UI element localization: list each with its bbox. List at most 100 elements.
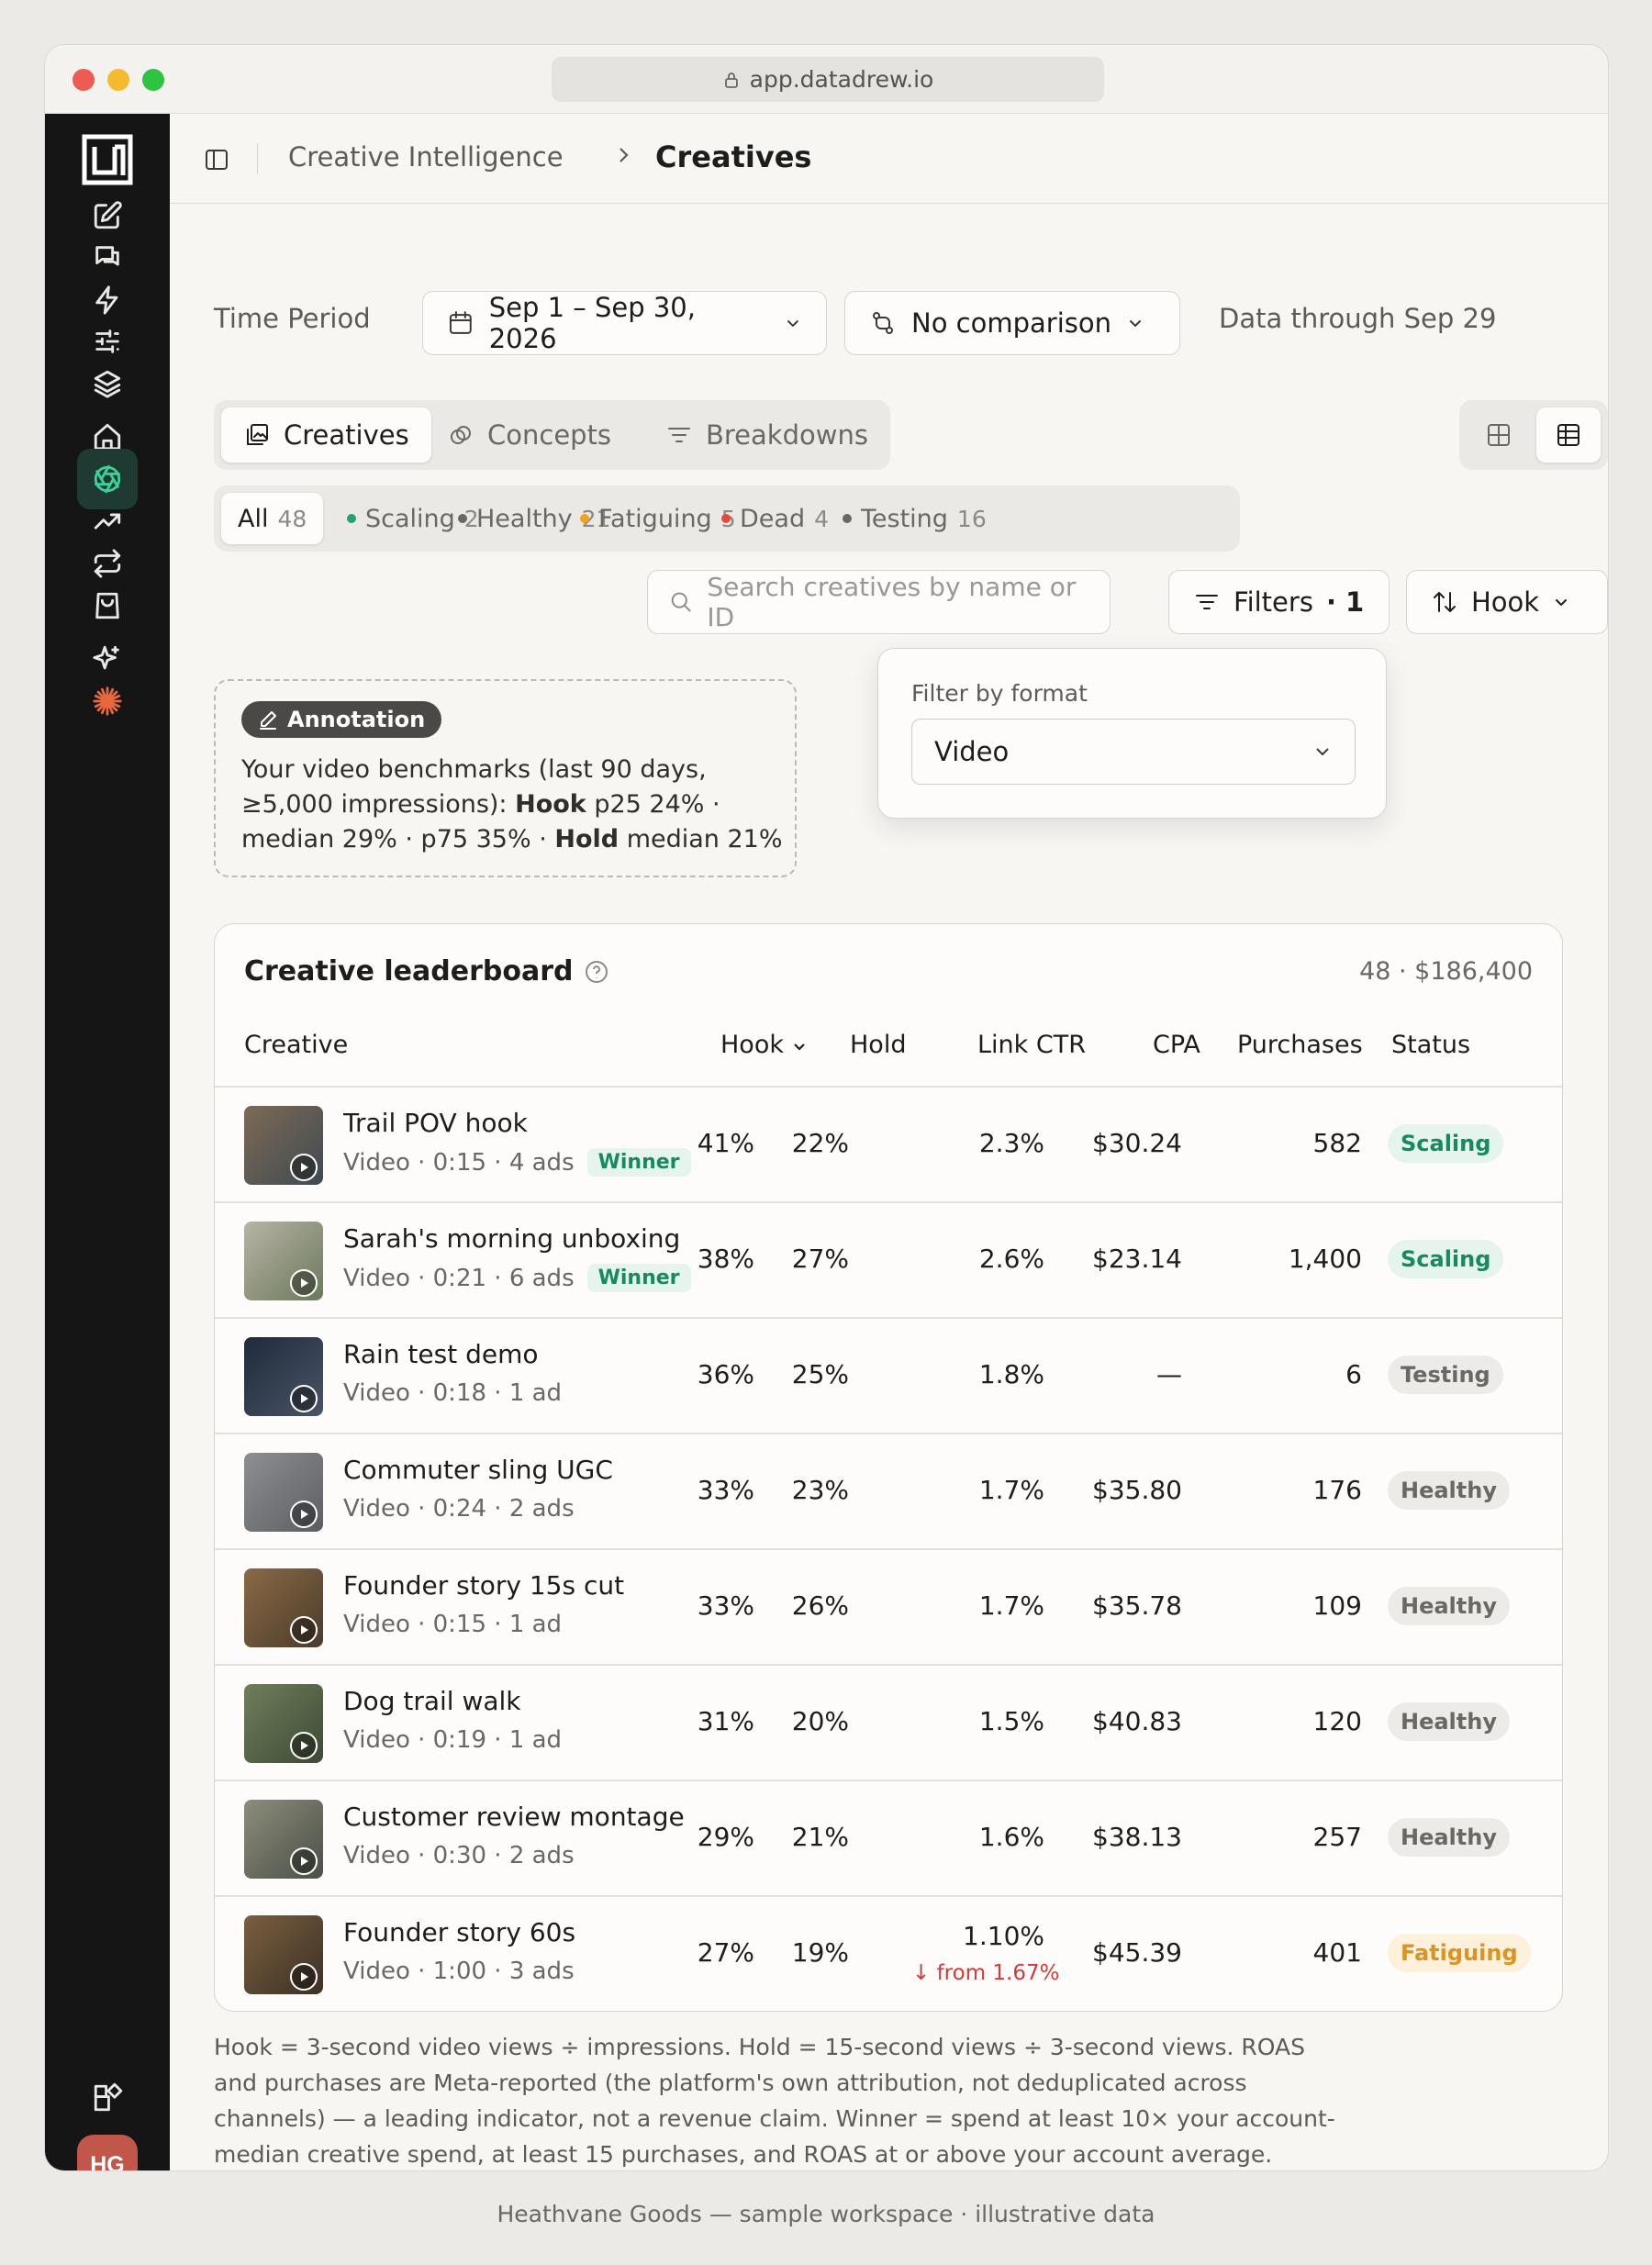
creative-thumbnail[interactable] [244, 1106, 323, 1185]
creative-name[interactable]: Customer review montage [343, 1802, 685, 1832]
creative-thumbnail[interactable] [244, 1453, 323, 1532]
creative-thumbnail[interactable] [244, 1800, 323, 1879]
table-row[interactable]: Sarah's morning unboxing Video · 0:21 · … [215, 1201, 1562, 1317]
column-header-hold[interactable]: Hold [850, 1031, 906, 1059]
status-filter-count: 16 [956, 505, 987, 532]
creative-thumbnail[interactable] [244, 1684, 323, 1763]
table-row[interactable]: Rain test demo Video · 0:18 · 1 ad 36% 2… [215, 1317, 1562, 1433]
filters-button[interactable]: Filters · 1 [1168, 570, 1390, 634]
column-header-cpa[interactable]: CPA [1153, 1031, 1200, 1059]
widgets-icon[interactable] [77, 2068, 138, 2128]
comparison-picker[interactable]: No comparison [844, 291, 1180, 355]
chevron-down-icon [787, 320, 799, 327]
creative-meta-text: Video · 0:15 · 1 ad [343, 1611, 563, 1638]
asterisk-icon[interactable] [77, 671, 138, 731]
help-icon[interactable] [584, 959, 609, 985]
cpa-value: $35.78 [1092, 1590, 1182, 1621]
sort-button[interactable]: Hook [1406, 570, 1608, 634]
filter-format-label: Filter by format [911, 680, 1088, 707]
annotation-badge-label: Annotation [287, 707, 426, 732]
play-icon [290, 1732, 318, 1759]
layers-icon[interactable] [77, 353, 138, 414]
chevron-right-icon [620, 148, 629, 162]
hold-value: 22% [791, 1128, 849, 1158]
sidebar-toggle-icon[interactable] [204, 147, 229, 173]
status-filter-all[interactable]: All 48 [221, 493, 324, 544]
creative-thumbnail[interactable] [244, 1568, 323, 1647]
creative-leaderboard: Creative leaderboard 48 · $186,400 Creat… [214, 923, 1563, 2012]
tab-creatives[interactable]: Creatives [221, 407, 431, 463]
close-window-button[interactable] [73, 69, 95, 91]
creative-meta-text: Video · 1:00 · 3 ads [343, 1958, 575, 1985]
creative-name[interactable]: Dog trail walk [343, 1686, 521, 1716]
tab-concepts[interactable]: Concepts [425, 407, 633, 463]
creative-thumbnail[interactable] [244, 1337, 323, 1416]
hold-value: 23% [791, 1475, 849, 1505]
status-badge: Healthy [1388, 1587, 1510, 1625]
cpa-value: $35.80 [1092, 1475, 1182, 1505]
play-icon [290, 1269, 318, 1297]
top-bar: Creative Intelligence Creatives [170, 114, 1608, 204]
creative-name[interactable]: Rain test demo [343, 1339, 539, 1369]
column-header-status[interactable]: Status [1391, 1031, 1470, 1059]
creative-name[interactable]: Founder story 15s cut [343, 1570, 624, 1601]
format-select[interactable]: Video [911, 719, 1356, 785]
table-row[interactable]: Customer review montage Video · 0:30 · 2… [215, 1780, 1562, 1895]
view-tabs: Creatives Concepts Breakdowns [214, 400, 890, 470]
table-row[interactable]: Trail POV hook Video · 0:15 · 4 ads Winn… [215, 1086, 1562, 1201]
link-ctr-value: 1.7% [978, 1475, 1044, 1505]
status-badge: Scaling [1388, 1240, 1504, 1278]
maximize-window-button[interactable] [142, 69, 164, 91]
annotation-text-part: median 21% [619, 825, 783, 854]
search-icon [671, 592, 691, 612]
user-avatar[interactable]: HG [77, 2135, 138, 2170]
table-row[interactable]: Commuter sling UGC Video · 0:24 · 2 ads … [215, 1433, 1562, 1548]
tab-label: Concepts [487, 419, 612, 451]
creative-name[interactable]: Commuter sling UGC [343, 1455, 613, 1485]
breadcrumb-parent[interactable]: Creative Intelligence [288, 141, 564, 173]
table-row[interactable]: Founder story 15s cut Video · 0:15 · 1 a… [215, 1548, 1562, 1664]
grid-view-button[interactable] [1467, 407, 1531, 463]
minimize-window-button[interactable] [107, 69, 129, 91]
column-header-hook[interactable]: Hook [720, 1031, 808, 1059]
status-filter-dead[interactable]: Dead 4 [705, 493, 845, 544]
creative-name[interactable]: Founder story 60s [343, 1917, 575, 1947]
status-dot [347, 514, 356, 523]
hold-value: 25% [791, 1359, 849, 1389]
leaderboard-summary: 48 · $186,400 [1359, 957, 1533, 986]
status-filter-label: Testing [861, 504, 948, 533]
time-period-label: Time Period [214, 303, 371, 334]
table-row[interactable]: Dog trail walk Video · 0:19 · 1 ad 31% 2… [215, 1664, 1562, 1780]
creative-thumbnail[interactable] [244, 1915, 323, 1994]
status-badge: Healthy [1388, 1702, 1510, 1741]
chevron-down-icon [794, 1043, 805, 1051]
bag-icon[interactable] [77, 575, 138, 636]
status-dot [843, 514, 852, 523]
url-bar[interactable]: app.datadrew.io [552, 57, 1104, 102]
data-through-label: Data through Sep 29 [1219, 303, 1497, 334]
play-icon [290, 1501, 318, 1528]
play-icon [290, 1847, 318, 1875]
purchases-value: 176 [1312, 1475, 1362, 1505]
column-header-purchases[interactable]: Purchases [1237, 1031, 1363, 1059]
lock-icon [724, 72, 738, 88]
creative-name[interactable]: Trail POV hook [343, 1108, 528, 1138]
hook-value: 27% [697, 1937, 754, 1968]
comparison-value: No comparison [911, 307, 1111, 339]
table-view-button[interactable] [1536, 407, 1601, 463]
table-row[interactable]: Founder story 60s Video · 1:00 · 3 ads 2… [215, 1895, 1562, 2011]
creative-name[interactable]: Sarah's morning unboxing [343, 1223, 680, 1254]
date-range-picker[interactable]: Sep 1 – Sep 30, 2026 [422, 291, 827, 355]
status-filter-testing[interactable]: Testing 16 [826, 493, 1003, 544]
grid-icon [1488, 424, 1510, 446]
play-icon [290, 1963, 318, 1991]
workspace-caption: Heathvane Goods — sample workspace · ill… [497, 2201, 1155, 2227]
column-header-link-ctr[interactable]: Link CTR [977, 1031, 1086, 1059]
creative-thumbnail[interactable] [244, 1222, 323, 1300]
annotation-text: Your video benchmarks (last 90 days, ≥5,… [241, 753, 783, 857]
search-input[interactable]: Search creatives by name or ID [647, 570, 1111, 634]
cpa-value: $30.24 [1092, 1128, 1182, 1158]
tab-breakdowns[interactable]: Breakdowns [643, 407, 890, 463]
status-filter-label: All [238, 504, 269, 533]
column-header-creative[interactable]: Creative [244, 1031, 348, 1059]
